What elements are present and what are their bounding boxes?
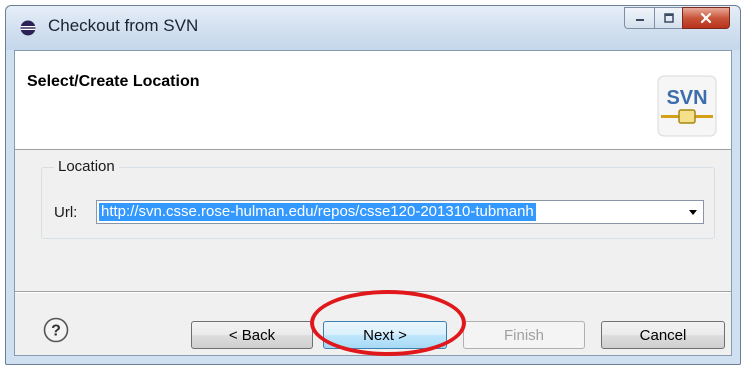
- svg-text:SVN: SVN: [666, 87, 707, 109]
- close-icon: [700, 12, 712, 24]
- url-label: Url:: [54, 204, 78, 221]
- dropdown-arrow-icon[interactable]: [689, 210, 697, 215]
- url-value[interactable]: http://svn.csse.rose-hulman.edu/repos/cs…: [99, 203, 536, 221]
- svg-text:?: ?: [51, 323, 61, 340]
- url-combobox[interactable]: http://svn.csse.rose-hulman.edu/repos/cs…: [96, 200, 704, 224]
- finish-button: Finish: [463, 321, 585, 349]
- maximize-button[interactable]: [654, 7, 682, 29]
- help-icon[interactable]: ?: [43, 317, 69, 343]
- close-button[interactable]: [682, 7, 730, 29]
- dialog-body: Select/Create Location SVN Location Url:…: [14, 50, 732, 356]
- back-button[interactable]: < Back: [191, 321, 313, 349]
- dialog-window: Checkout from SVN Select/Create Location…: [5, 5, 741, 365]
- title-bar[interactable]: Checkout from SVN: [6, 6, 740, 50]
- window-controls: [624, 7, 730, 29]
- location-group-label: Location: [54, 158, 119, 175]
- minimize-button[interactable]: [624, 7, 654, 29]
- minimize-icon: [635, 19, 644, 21]
- button-bar-divider: [15, 291, 731, 293]
- page-title: Select/Create Location: [27, 73, 200, 90]
- maximize-icon: [663, 13, 674, 23]
- location-group: Location Url: http://svn.csse.rose-hulma…: [41, 158, 715, 239]
- window-title: Checkout from SVN: [48, 16, 199, 35]
- wizard-header: Select/Create Location SVN: [15, 51, 731, 150]
- next-button[interactable]: Next >: [323, 321, 447, 349]
- eclipse-icon: [20, 20, 36, 36]
- cancel-button[interactable]: Cancel: [601, 321, 725, 349]
- svn-logo-icon: SVN: [657, 75, 717, 137]
